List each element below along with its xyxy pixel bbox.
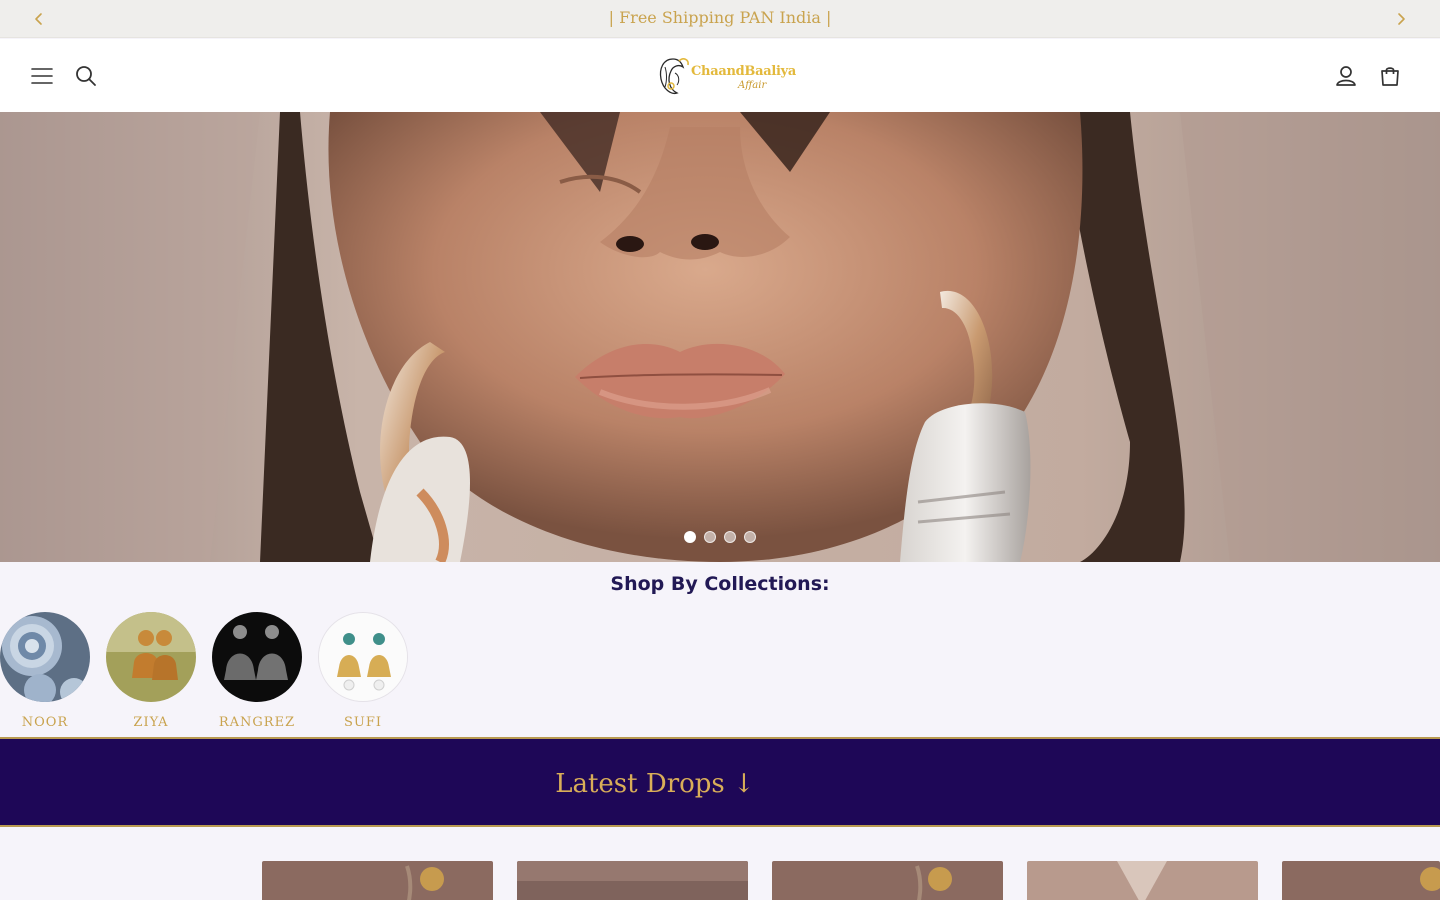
- logo-text: ChaandBaaliya: [691, 64, 796, 79]
- collection-ziya[interactable]: ZIYA: [106, 612, 196, 730]
- collection-image: [106, 612, 196, 702]
- site-header: ChaandBaaliya Affair: [0, 39, 1440, 112]
- announcement-bar: | Free Shipping PAN India |: [0, 0, 1440, 38]
- slide-dot-4[interactable]: [744, 531, 756, 543]
- chevron-right-icon[interactable]: [1391, 9, 1411, 29]
- collection-noor[interactable]: NOOR: [0, 612, 90, 730]
- collection-sufi[interactable]: SUFI: [318, 612, 408, 730]
- bag-icon[interactable]: [1376, 62, 1404, 90]
- slide-dot-3[interactable]: [724, 531, 736, 543]
- hamburger-icon[interactable]: [28, 62, 56, 90]
- user-icon[interactable]: [1332, 62, 1360, 90]
- search-icon[interactable]: [72, 62, 100, 90]
- collections-title: Shop By Collections:: [610, 573, 830, 595]
- slide-dot-1[interactable]: [684, 531, 696, 543]
- product-card[interactable]: [517, 861, 748, 900]
- collection-label: SUFI: [343, 715, 383, 730]
- collection-image: [318, 612, 408, 702]
- latest-drops-title: Latest Drops ↓: [555, 769, 755, 799]
- product-card[interactable]: [772, 861, 1003, 900]
- hero-image: [0, 112, 1440, 562]
- slide-dot-2[interactable]: [704, 531, 716, 543]
- latest-drops-banner: Latest Drops ↓: [0, 737, 1440, 827]
- hero-slideshow[interactable]: [0, 112, 1440, 562]
- collection-rangrez[interactable]: RANGREZ: [212, 612, 302, 730]
- collection-image: [0, 612, 90, 702]
- product-card[interactable]: [1282, 861, 1440, 900]
- slide-dots: [684, 531, 756, 543]
- site-logo[interactable]: ChaandBaaliya Affair: [653, 53, 796, 101]
- logo-subtext: Affair: [738, 80, 767, 91]
- collection-image: [212, 612, 302, 702]
- announcement-text: | Free Shipping PAN India |: [608, 8, 832, 27]
- product-card[interactable]: [262, 861, 493, 900]
- product-card[interactable]: [1027, 861, 1258, 900]
- logo-emblem: [659, 58, 689, 95]
